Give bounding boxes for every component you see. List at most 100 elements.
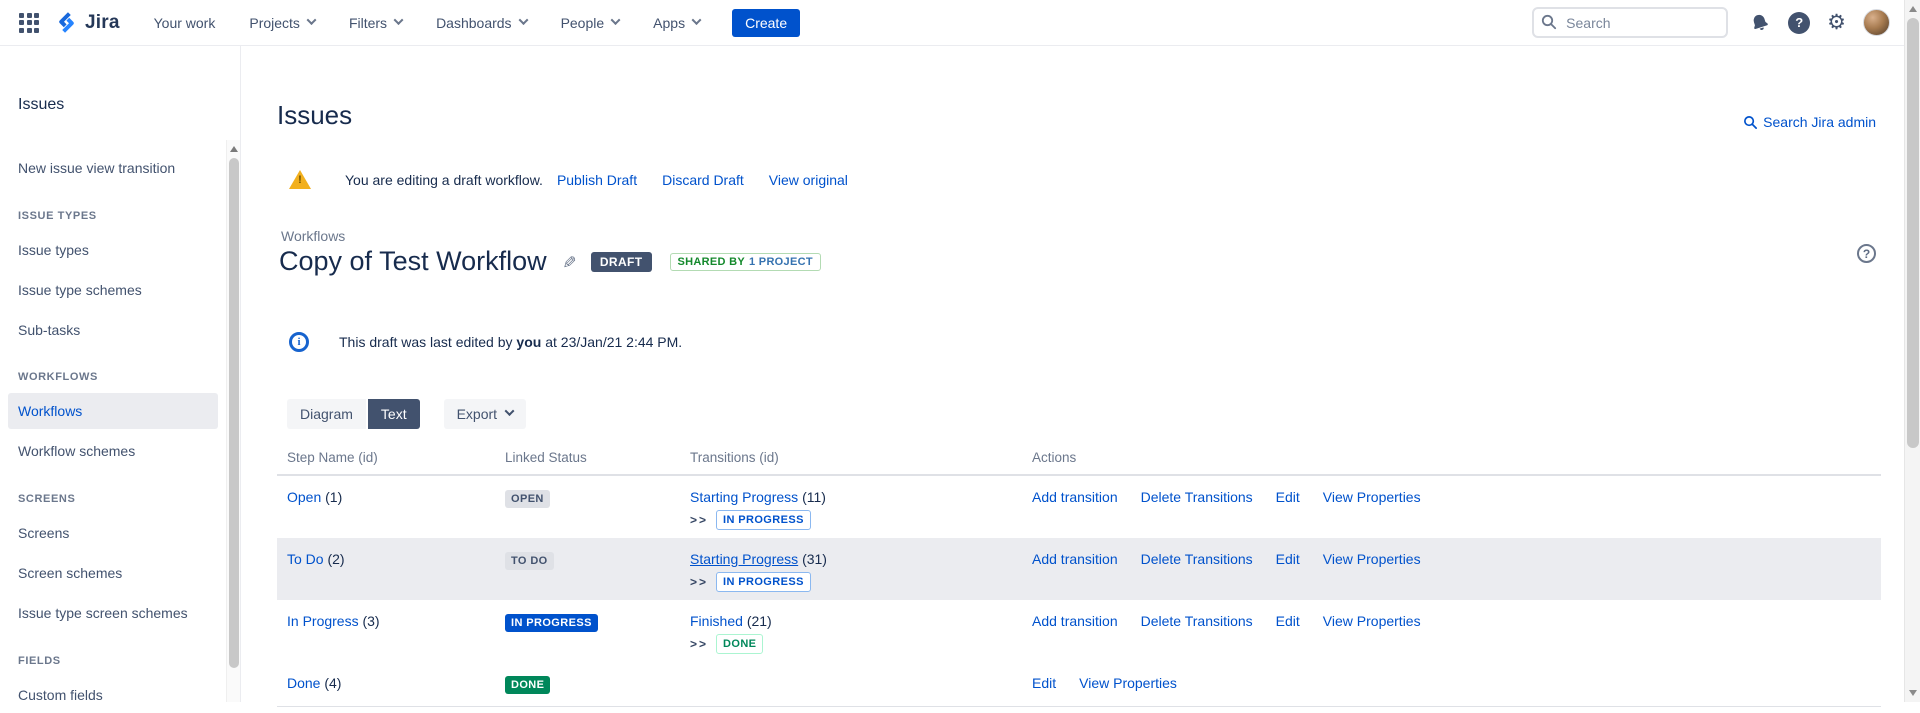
tab-diagram[interactable]: Diagram bbox=[287, 399, 366, 429]
col-linked-status: Linked Status bbox=[495, 450, 680, 465]
sidebar-scrollbar[interactable] bbox=[226, 140, 240, 702]
sidebar-item-screen-schemes[interactable]: Screen schemes bbox=[8, 555, 218, 591]
avatar[interactable] bbox=[1863, 9, 1890, 36]
window-scrollbar-thumb[interactable] bbox=[1907, 18, 1919, 448]
tab-text[interactable]: Text bbox=[368, 399, 420, 429]
delete-transitions-link[interactable]: Delete Transitions bbox=[1141, 551, 1253, 592]
sidebar-item-sub-tasks[interactable]: Sub-tasks bbox=[8, 312, 218, 348]
page-title: Issues bbox=[277, 100, 352, 131]
bell-icon[interactable] bbox=[1749, 12, 1771, 34]
scroll-up-arrow-icon[interactable] bbox=[1909, 6, 1917, 12]
col-step-name: Step Name (id) bbox=[277, 450, 495, 465]
step-cell: Done (4) bbox=[277, 662, 495, 706]
export-button[interactable]: Export bbox=[444, 399, 526, 429]
pencil-icon[interactable]: ✎ bbox=[558, 254, 578, 268]
navbar-right: ? ⚙ bbox=[1532, 7, 1890, 38]
scroll-up-arrow-icon[interactable] bbox=[230, 146, 238, 152]
status-cell: OPEN bbox=[495, 476, 680, 538]
target-status-lozenge: IN PROGRESS bbox=[716, 572, 811, 592]
draft-warning-banner: ! You are editing a draft workflow. Publ… bbox=[289, 170, 848, 190]
sidebar-item-custom-fields[interactable]: Custom fields bbox=[8, 677, 218, 713]
sidebar-item-workflows[interactable]: Workflows bbox=[8, 393, 218, 429]
add-transition-link[interactable]: Add transition bbox=[1032, 613, 1118, 654]
main-content: Issues Search Jira admin ! You are editi… bbox=[241, 46, 1904, 702]
table-row-done: Done (4) DONE Edit View Properties bbox=[277, 662, 1881, 707]
publish-draft-link[interactable]: Publish Draft bbox=[557, 172, 637, 188]
edit-link[interactable]: Edit bbox=[1032, 675, 1056, 698]
view-properties-link[interactable]: View Properties bbox=[1323, 489, 1421, 530]
step-link[interactable]: Open bbox=[287, 489, 321, 505]
step-link[interactable]: In Progress bbox=[287, 613, 359, 629]
scroll-down-arrow-icon[interactable] bbox=[1909, 690, 1917, 696]
nav-projects[interactable]: Projects bbox=[249, 15, 315, 31]
workflow-title-row: Copy of Test Workflow ✎ DRAFT SHARED BY1… bbox=[279, 246, 821, 277]
app-switcher-grid-icon[interactable] bbox=[18, 12, 40, 34]
view-properties-link[interactable]: View Properties bbox=[1079, 675, 1177, 698]
transition-link[interactable]: Starting Progress bbox=[690, 551, 798, 567]
delete-transitions-link[interactable]: Delete Transitions bbox=[1141, 489, 1253, 530]
view-mode-tabs: Diagram Text Export bbox=[287, 399, 526, 429]
actions-cell: Add transition Delete Transitions Edit V… bbox=[1022, 600, 1881, 662]
edit-link[interactable]: Edit bbox=[1276, 613, 1300, 654]
nav-dashboards[interactable]: Dashboards bbox=[436, 15, 527, 31]
transition-link[interactable]: Finished bbox=[690, 613, 743, 629]
top-navbar: Jira Your work Projects Filters Dashboar… bbox=[0, 0, 1904, 46]
gear-icon[interactable]: ⚙ bbox=[1827, 12, 1846, 33]
primary-nav: Your work Projects Filters Dashboards Pe… bbox=[154, 15, 700, 31]
search-icon bbox=[1743, 115, 1758, 130]
step-link[interactable]: Done bbox=[287, 675, 320, 691]
view-properties-link[interactable]: View Properties bbox=[1323, 613, 1421, 654]
sidebar-item-issue-type-schemes[interactable]: Issue type schemes bbox=[8, 272, 218, 308]
sidebar-item-issue-type-screen-schemes[interactable]: Issue type screen schemes bbox=[8, 595, 218, 631]
add-transition-link[interactable]: Add transition bbox=[1032, 489, 1118, 530]
chevron-down-icon bbox=[505, 406, 515, 416]
nav-your-work[interactable]: Your work bbox=[154, 15, 216, 31]
last-edited-user: you bbox=[516, 334, 541, 350]
sidebar-scrollbar-thumb[interactable] bbox=[229, 158, 239, 668]
window-scrollbar[interactable] bbox=[1904, 0, 1920, 702]
search-jira-admin-link[interactable]: Search Jira admin bbox=[1743, 114, 1876, 130]
sidebar-item-screens[interactable]: Screens bbox=[8, 515, 218, 551]
logo-text: Jira bbox=[85, 12, 120, 34]
edit-link[interactable]: Edit bbox=[1276, 551, 1300, 592]
shared-badge[interactable]: SHARED BY1 PROJECT bbox=[670, 253, 821, 271]
chevron-down-icon bbox=[611, 15, 621, 25]
status-cell: DONE bbox=[495, 662, 680, 706]
transition-link[interactable]: Starting Progress bbox=[690, 489, 798, 505]
transitions-cell: Starting Progress (11) >> IN PROGRESS bbox=[680, 476, 1022, 538]
info-icon: i bbox=[289, 332, 309, 352]
step-link[interactable]: To Do bbox=[287, 551, 324, 567]
nav-people[interactable]: People bbox=[561, 15, 620, 31]
nav-apps[interactable]: Apps bbox=[653, 15, 700, 31]
sidebar-title: Issues bbox=[18, 96, 64, 114]
jira-logo[interactable]: Jira bbox=[54, 10, 120, 35]
edit-link[interactable]: Edit bbox=[1276, 489, 1300, 530]
chevron-down-icon bbox=[306, 15, 316, 25]
help-icon[interactable]: ? bbox=[1788, 12, 1810, 34]
transitions-cell: Finished (21) >> DONE bbox=[680, 600, 1022, 662]
nav-filters[interactable]: Filters bbox=[349, 15, 402, 31]
view-original-link[interactable]: View original bbox=[769, 172, 848, 188]
last-edited-timestamp: 23/Jan/21 2:44 PM. bbox=[561, 334, 682, 350]
sidebar-item-workflow-schemes[interactable]: Workflow schemes bbox=[8, 433, 218, 469]
status-cell: IN PROGRESS bbox=[495, 600, 680, 662]
sidebar-section-fields: FIELDS bbox=[18, 653, 61, 669]
workflow-steps-table: Step Name (id) Linked Status Transitions… bbox=[277, 450, 1881, 707]
col-actions: Actions bbox=[1022, 450, 1881, 465]
breadcrumb: Workflows bbox=[281, 228, 345, 244]
sidebar-item-issue-types[interactable]: Issue types bbox=[8, 232, 218, 268]
actions-cell: Edit View Properties bbox=[1022, 662, 1881, 706]
help-circle-icon[interactable]: ? bbox=[1857, 244, 1876, 263]
view-properties-link[interactable]: View Properties bbox=[1323, 551, 1421, 592]
discard-draft-link[interactable]: Discard Draft bbox=[662, 172, 744, 188]
step-cell: In Progress (3) bbox=[277, 600, 495, 662]
step-cell: To Do (2) bbox=[277, 538, 495, 600]
transitions-cell bbox=[680, 662, 1022, 706]
search-input[interactable] bbox=[1532, 7, 1728, 38]
target-status-lozenge: IN PROGRESS bbox=[716, 510, 811, 530]
create-button[interactable]: Create bbox=[732, 9, 800, 37]
add-transition-link[interactable]: Add transition bbox=[1032, 551, 1118, 592]
actions-cell: Add transition Delete Transitions Edit V… bbox=[1022, 476, 1881, 538]
delete-transitions-link[interactable]: Delete Transitions bbox=[1141, 613, 1253, 654]
sidebar-item-new-issue-view-transition[interactable]: New issue view transition bbox=[8, 150, 218, 186]
